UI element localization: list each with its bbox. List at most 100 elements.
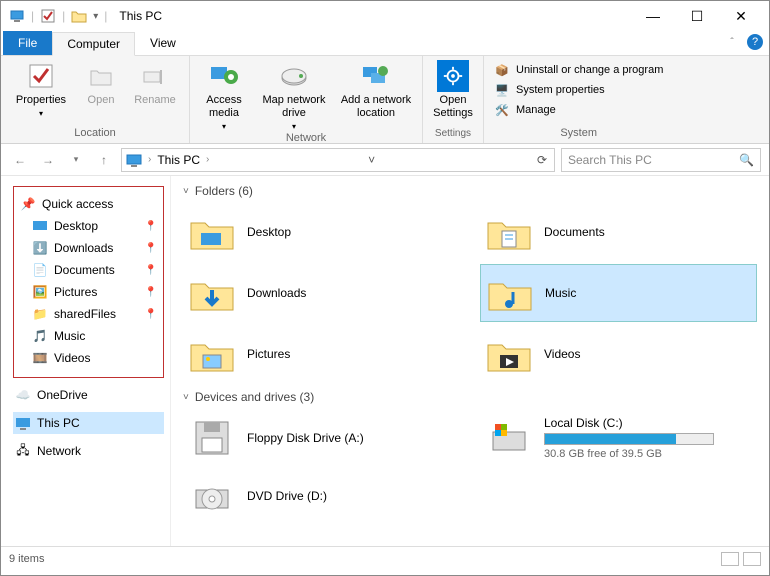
manage-button[interactable]: 🛠️Manage (494, 102, 556, 118)
ribbon-tabs: File Computer View ˆ ? (1, 31, 769, 56)
separator-icon: | (104, 9, 107, 23)
drive-name: Local Disk (C:) (544, 416, 714, 430)
details-view-button[interactable] (721, 552, 739, 566)
sidebar-item-music[interactable]: 🎵Music (18, 325, 159, 347)
address-bar[interactable]: › This PC › ˅ ⟳ (121, 148, 555, 172)
sidebar-item-pictures[interactable]: 🖼️Pictures📍 (18, 281, 159, 303)
group-settings: Open Settings Settings (423, 56, 484, 143)
refresh-icon[interactable]: ⟳ (534, 152, 550, 168)
group-system: 📦Uninstall or change a program 🖥️System … (484, 56, 673, 143)
sidebar-network[interactable]: 🖧Network (13, 440, 164, 462)
help-icon[interactable]: ? (747, 34, 763, 50)
highlight-box: 📌Quick access Desktop📍 ⬇️Downloads📍 📄Doc… (13, 186, 164, 378)
tab-view[interactable]: View (135, 31, 191, 55)
ribbon: Properties▾ Open Rename Location Access … (1, 56, 769, 144)
monitor-icon: 🖥️ (494, 82, 510, 98)
search-box[interactable]: Search This PC 🔍 (561, 148, 761, 172)
drive-free: 30.8 GB free of 39.5 GB (544, 448, 714, 460)
rename-icon (139, 60, 171, 92)
usage-bar (544, 433, 714, 445)
group-network: Access media▾ Map network drive▾ Add a n… (190, 56, 423, 143)
chevron-down-icon: ˅ (183, 186, 189, 197)
properties-icon[interactable] (40, 8, 56, 24)
group-label: Settings (429, 128, 477, 141)
maximize-button[interactable]: ☐ (685, 4, 709, 28)
collapse-ribbon-icon[interactable]: ˆ (730, 37, 733, 48)
dropdown-icon[interactable]: ˅ (364, 152, 380, 168)
folder-videos[interactable]: Videos (480, 326, 757, 382)
up-button[interactable]: ↑ (93, 149, 115, 171)
access-media-button[interactable]: Access media▾ (200, 60, 248, 132)
sidebar-item-videos[interactable]: 🎞️Videos (18, 347, 159, 369)
tab-file[interactable]: File (3, 31, 52, 55)
ribbon-help: ˆ ? (730, 34, 763, 50)
add-location-button[interactable]: Add a network location (340, 60, 412, 120)
sidebar-thispc[interactable]: This PC (13, 412, 164, 434)
chevron-right-icon[interactable]: › (206, 154, 209, 165)
desktop-icon (189, 212, 235, 252)
download-icon: ⬇️ (32, 240, 48, 256)
recent-button[interactable]: ▾ (65, 149, 87, 171)
folder-pictures[interactable]: Pictures (183, 326, 460, 382)
group-label: Network (200, 132, 412, 146)
document-icon: 📄 (32, 262, 48, 278)
floppy-icon (189, 418, 235, 458)
music-icon: 🎵 (32, 328, 48, 344)
sidebar-item-sharedfiles[interactable]: 📁sharedFiles📍 (18, 303, 159, 325)
pin-icon: 📍 (145, 287, 157, 298)
tab-computer[interactable]: Computer (52, 32, 135, 56)
sidebar-item-desktop[interactable]: Desktop📍 (18, 215, 159, 237)
properties-button[interactable]: Properties▾ (11, 60, 71, 119)
chevron-down-icon: ˅ (183, 392, 189, 403)
main-area: 📌Quick access Desktop📍 ⬇️Downloads📍 📄Doc… (1, 176, 769, 546)
chevron-down-icon[interactable]: ▾ (93, 11, 98, 22)
media-icon (208, 60, 240, 92)
sidebar-onedrive[interactable]: ☁️OneDrive (13, 384, 164, 406)
new-folder-icon[interactable] (71, 8, 87, 24)
group-label: Location (11, 127, 179, 141)
sidebar-quick-access[interactable]: 📌Quick access (18, 193, 159, 215)
minimize-button[interactable]: — (641, 4, 665, 28)
pin-icon: 📍 (145, 243, 157, 254)
search-icon: 🔍 (739, 153, 754, 167)
crumb-thispc[interactable]: This PC (157, 153, 200, 167)
tiles-view-button[interactable] (743, 552, 761, 566)
disk-icon (486, 418, 532, 458)
forward-button[interactable]: → (37, 149, 59, 171)
checkbox-icon (25, 60, 57, 92)
pc-icon (126, 152, 142, 168)
system-props-button[interactable]: 🖥️System properties (494, 82, 605, 98)
drive-local-c[interactable]: Local Disk (C:) 30.8 GB free of 39.5 GB (480, 410, 757, 466)
uninstall-button[interactable]: 📦Uninstall or change a program (494, 62, 663, 78)
chevron-right-icon[interactable]: › (148, 154, 151, 165)
sidebar-item-downloads[interactable]: ⬇️Downloads📍 (18, 237, 159, 259)
section-drives-header[interactable]: ˅Devices and drives (3) (183, 390, 757, 404)
pin-icon: 📍 (145, 309, 157, 320)
folder-music[interactable]: Music (480, 264, 757, 322)
close-button[interactable]: ✕ (729, 4, 753, 28)
back-button[interactable]: ← (9, 149, 31, 171)
drive-dvd[interactable]: DVD Drive (D:) (183, 470, 460, 522)
dvd-icon (189, 476, 235, 516)
map-drive-button[interactable]: Map network drive▾ (258, 60, 330, 132)
folder-desktop[interactable]: Desktop (183, 204, 460, 260)
search-placeholder: Search This PC (568, 153, 652, 167)
pc-icon[interactable] (9, 8, 25, 24)
drive-floppy[interactable]: Floppy Disk Drive (A:) (183, 410, 460, 466)
rename-button[interactable]: Rename (131, 60, 179, 107)
drive-icon (278, 60, 310, 92)
section-folders-header[interactable]: ˅Folders (6) (183, 184, 757, 198)
group-label: System (494, 127, 663, 141)
folder-downloads[interactable]: Downloads (183, 264, 460, 322)
open-button[interactable]: Open (81, 60, 121, 107)
open-settings-button[interactable]: Open Settings (429, 60, 477, 120)
folder-documents[interactable]: Documents (480, 204, 757, 260)
title-bar: | | ▾ | This PC — ☐ ✕ (1, 1, 769, 31)
globe-icon (360, 60, 392, 92)
cloud-icon: ☁️ (15, 387, 31, 403)
downloads-icon (189, 273, 235, 313)
item-count: 9 items (9, 553, 44, 565)
folder-icon: 📁 (32, 306, 48, 322)
navigation-pane: 📌Quick access Desktop📍 ⬇️Downloads📍 📄Doc… (1, 176, 171, 546)
sidebar-item-documents[interactable]: 📄Documents📍 (18, 259, 159, 281)
